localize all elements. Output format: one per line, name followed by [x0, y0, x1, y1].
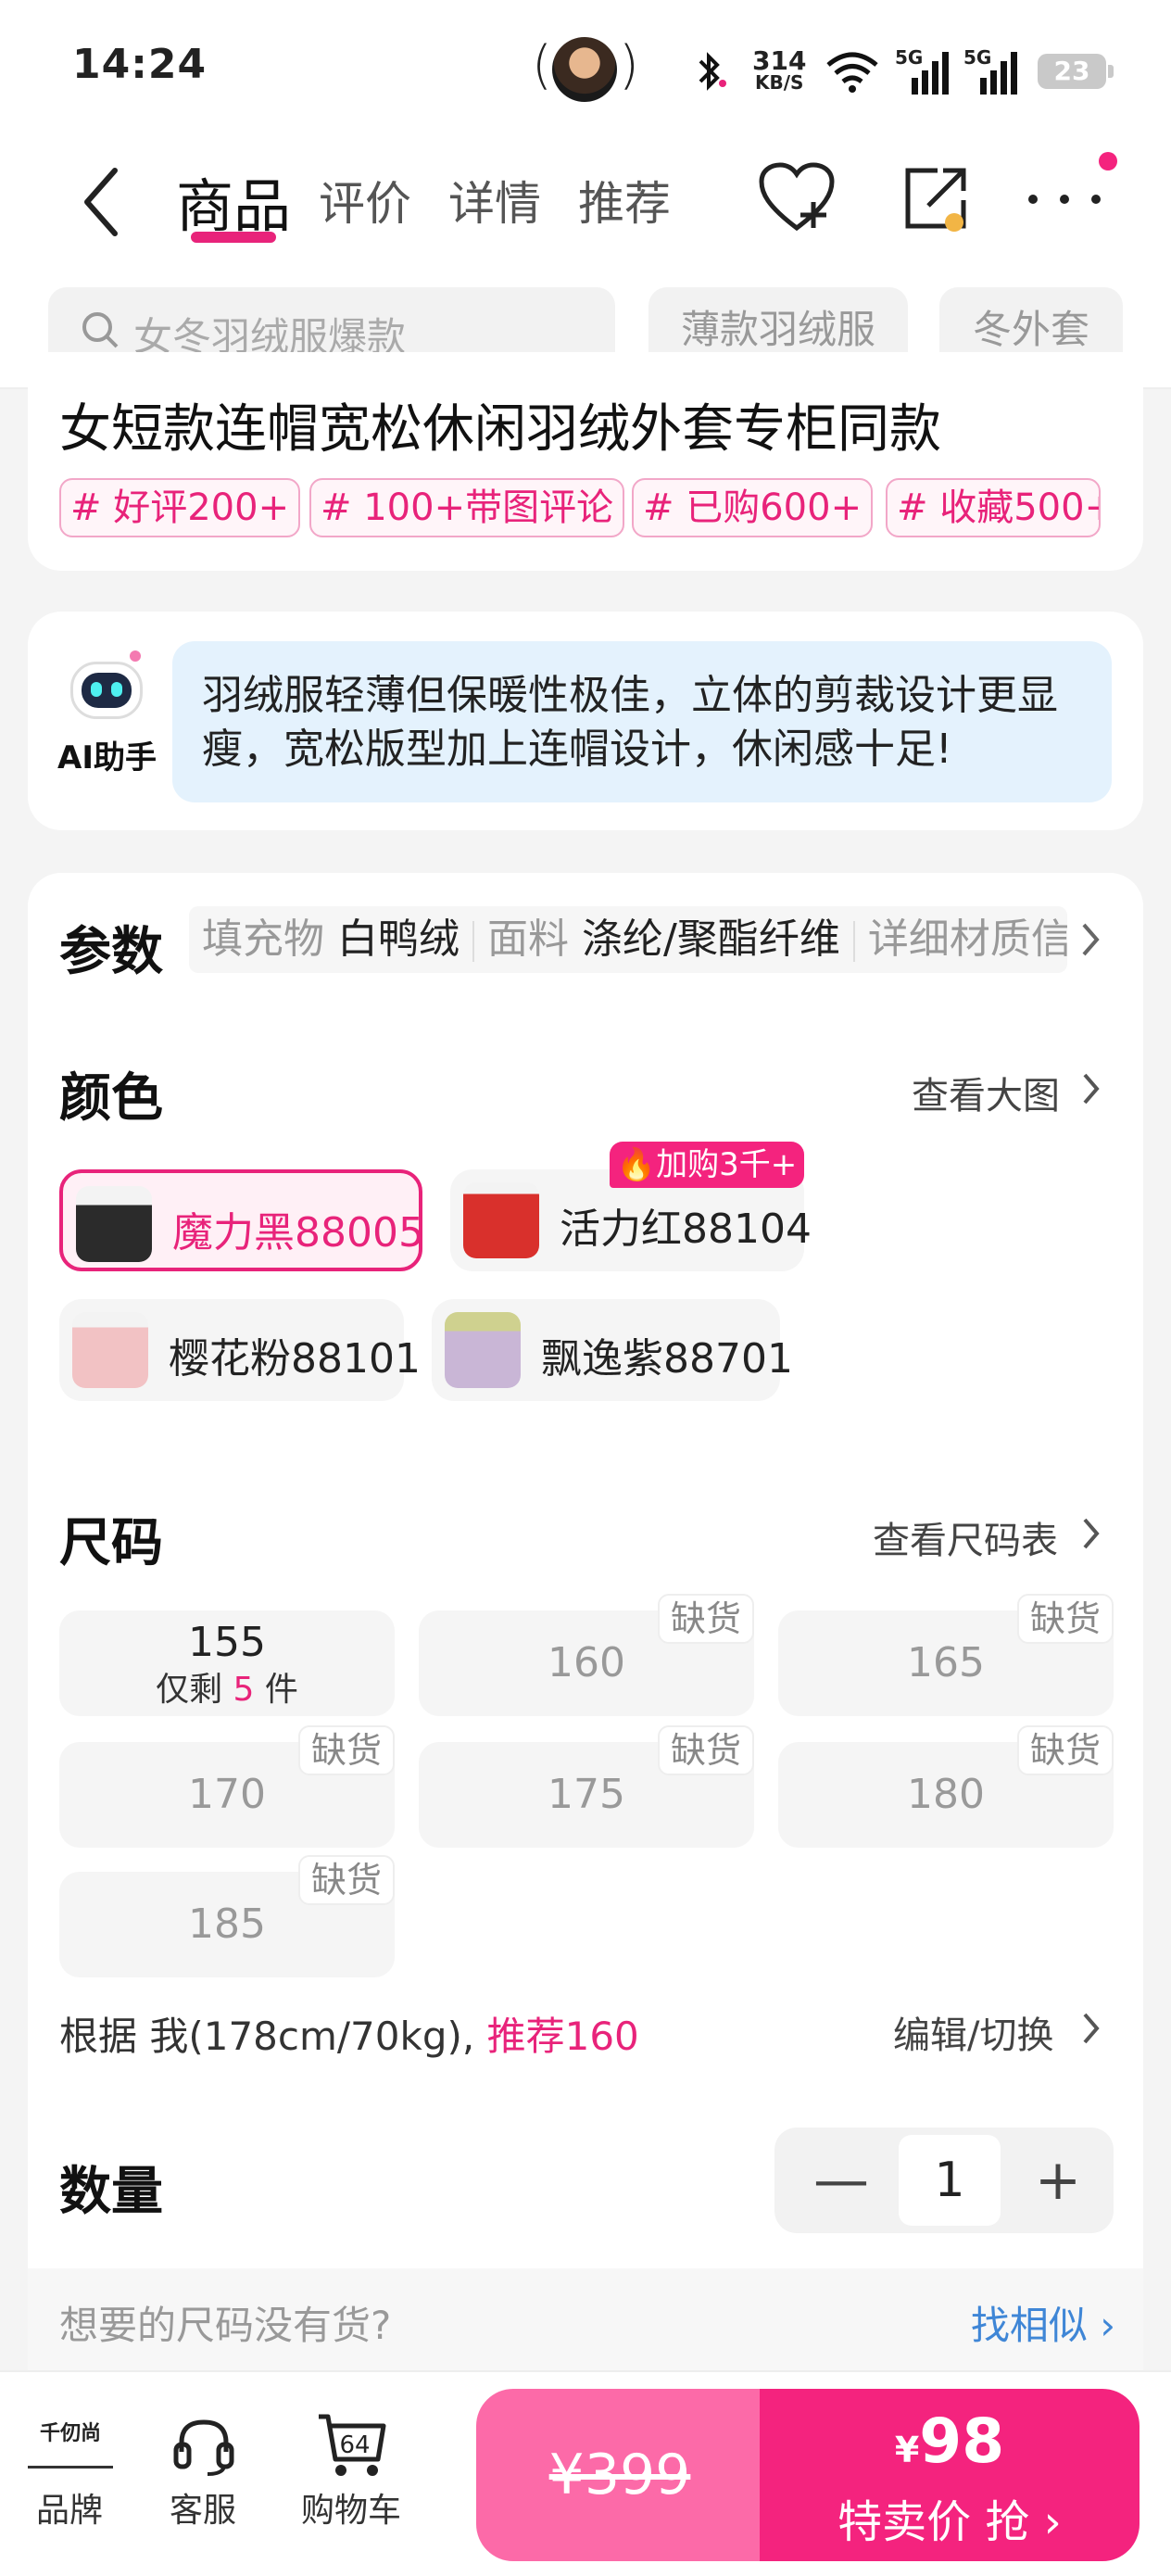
edit-switch-link[interactable]: 编辑/切换 — [893, 2005, 1053, 2059]
out-of-stock-badge: 缺货 — [297, 1725, 395, 1775]
bottom-bar: 千仞尚 品牌 客服 64 购物车 ¥399 ¥98 特卖价 抢 › — [0, 2370, 1171, 2576]
out-of-stock-badge: 缺货 — [297, 1855, 395, 1905]
chevron-right-icon — [1083, 1518, 1100, 1549]
size-option-175[interactable]: 175 缺货 — [419, 1725, 754, 1848]
color-label: 樱花粉88101 — [169, 1335, 421, 1383]
buy-now-button[interactable]: ¥98 特卖价 抢 › — [760, 2389, 1140, 2561]
favorite-add-icon[interactable] — [758, 161, 836, 237]
out-of-stock-badge: 缺货 — [657, 1594, 754, 1644]
tab-reviews[interactable]: 评价 — [319, 167, 411, 234]
size-option-185[interactable]: 185 缺货 — [59, 1855, 395, 1977]
color-swatch-pink — [72, 1312, 148, 1388]
customer-service-nav[interactable]: 客服 — [143, 2372, 263, 2557]
tab-recommend[interactable]: 推荐 — [578, 167, 671, 234]
params-title: 参数 — [59, 922, 163, 982]
fire-icon: 🔥 — [616, 1146, 657, 1183]
sale-price: ¥98 — [894, 2406, 1005, 2477]
cart-count-badge: 64 — [339, 2431, 371, 2459]
live-avatar[interactable]: ( ) — [532, 35, 639, 106]
params-chevron-right-icon[interactable] — [1078, 921, 1102, 958]
notification-dot — [1099, 152, 1117, 170]
status-bar: 14:24 ( ) 314 KB/S 5G 5G 23 — [0, 0, 1171, 139]
ai-assistant-label: AI助手 — [57, 739, 157, 777]
tab-product[interactable]: 商品 — [176, 159, 291, 243]
tag-purchased[interactable]: # 已购600+ — [632, 478, 874, 537]
quantity-value[interactable]: 1 — [899, 2135, 1001, 2226]
size-option-165[interactable]: 165 缺货 — [778, 1594, 1114, 1716]
color-title: 颜色 — [59, 1068, 163, 1129]
brand-logo: 千仞尚 — [28, 2422, 113, 2469]
status-time: 14:24 — [72, 41, 208, 88]
out-of-stock-badge: 缺货 — [1016, 1594, 1114, 1644]
tab-details[interactable]: 详情 — [448, 167, 541, 234]
size-unavailable-bar: 想要的尺码没有货? 找相似 › — [28, 2268, 1143, 2370]
battery-indicator: 23 — [1038, 54, 1114, 89]
out-of-stock-badge: 缺货 — [657, 1725, 754, 1775]
color-option-black[interactable]: 魔力黑88005 — [59, 1169, 424, 1271]
tag-good-reviews[interactable]: # 好评200+ — [59, 478, 301, 537]
bluetooth-icon — [699, 52, 726, 91]
top-nav: 商品 评价 详情 推荐 — [0, 139, 1171, 259]
size-option-155[interactable]: 155 仅剩 5 件 — [59, 1610, 395, 1716]
chevron-right-icon — [1083, 1073, 1100, 1105]
recommended-size[interactable]: 推荐160 — [487, 2014, 639, 2059]
buy-now-label: 特卖价 抢 › — [837, 2496, 1062, 2548]
size-title: 尺码 — [59, 1513, 163, 1573]
color-swatch-black — [76, 1186, 152, 1262]
view-big-image-link[interactable]: 查看大图 — [912, 1066, 1060, 1119]
brand-nav[interactable]: 千仞尚 品牌 — [9, 2372, 130, 2557]
ai-summary-text: 羽绒服轻薄但保暖性极佳，立体的剪裁设计更显瘦，宽松版型加上连帽设计，休闲感十足! — [172, 641, 1112, 802]
size-option-180[interactable]: 180 缺货 — [778, 1725, 1114, 1848]
tag-favorites[interactable]: # 收藏500+ — [886, 478, 1101, 537]
color-label: 飘逸紫88701 — [541, 1335, 793, 1383]
avatar-icon — [552, 37, 617, 102]
search-icon — [82, 312, 119, 348]
hot-badge: 🔥加购3千+ — [610, 1142, 804, 1188]
net-speed: 314 KB/S — [752, 45, 807, 94]
original-price-button[interactable]: ¥399 — [476, 2389, 763, 2561]
more-icon[interactable] — [1028, 195, 1102, 206]
color-option-purple[interactable]: 飘逸紫88701 — [432, 1299, 793, 1401]
stock-left: 仅剩 5 件 — [156, 1671, 298, 1709]
quantity-minus-button[interactable]: — — [795, 2128, 888, 2233]
size-option-160[interactable]: 160 缺货 — [419, 1594, 754, 1716]
share-icon[interactable] — [900, 161, 973, 235]
wifi-icon — [826, 52, 878, 93]
quantity-stepper: — 1 + — [774, 2128, 1114, 2233]
size-option-170[interactable]: 170 缺货 — [59, 1725, 395, 1848]
size-recommendation: 根据 我(178cm/70kg), 推荐160 — [59, 2014, 639, 2059]
color-label: 活力红88104 — [560, 1206, 812, 1253]
signal-icon-1: 5G — [895, 46, 952, 96]
original-price: ¥399 — [548, 2443, 691, 2507]
size-chart-link[interactable]: 查看尺码表 — [873, 1510, 1058, 1564]
params-strip[interactable]: 填充物白鸭绒面料涤纶/聚酯纤维详细材质信息 — [189, 906, 1067, 973]
cart-nav[interactable]: 64 购物车 — [291, 2372, 411, 2557]
headset-icon — [173, 2419, 234, 2476]
paren-left-icon: ( — [532, 35, 552, 95]
color-swatch-purple — [445, 1312, 521, 1388]
tag-photo-reviews[interactable]: # 100+带图评论 — [309, 478, 625, 537]
find-similar-link[interactable]: 找相似 › — [971, 2294, 1115, 2351]
signal-icon-2: 5G — [963, 46, 1021, 96]
active-tab-indicator — [191, 232, 276, 243]
paren-right-icon: ) — [619, 35, 639, 95]
product-spec-page: 14:24 ( ) 314 KB/S 5G 5G 23 商品 评价 详情 推荐 … — [0, 0, 1171, 2576]
quantity-plus-button[interactable]: + — [1012, 2128, 1104, 2233]
color-swatch-red — [463, 1182, 539, 1258]
back-icon[interactable] — [78, 165, 124, 239]
chevron-right-icon — [1083, 2013, 1100, 2044]
out-of-stock-badge: 缺货 — [1016, 1725, 1114, 1775]
color-label: 魔力黑88005 — [172, 1209, 424, 1256]
color-option-pink[interactable]: 樱花粉88101 — [59, 1299, 421, 1401]
product-title: 女短款连帽宽松休闲羽绒外套专柜同款 — [59, 399, 941, 460]
quantity-title: 数量 — [59, 2162, 163, 2222]
size-unavailable-text: 想要的尺码没有货? — [59, 2303, 392, 2348]
